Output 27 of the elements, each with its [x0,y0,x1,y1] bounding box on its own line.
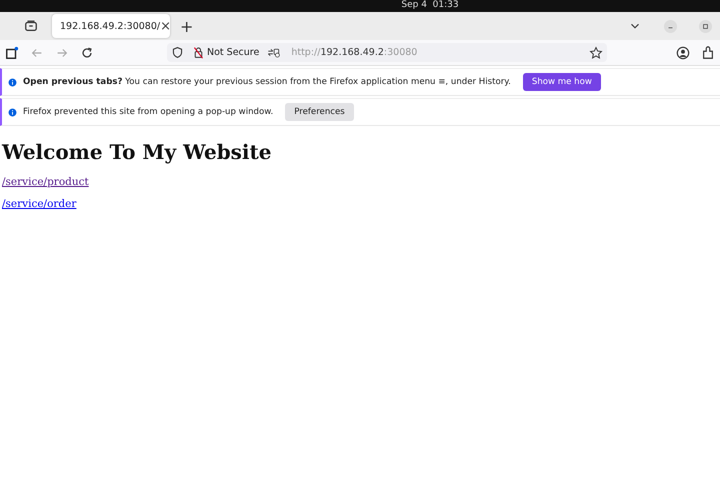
lock-icon [192,46,205,59]
new-tab-button[interactable]: + [180,16,194,36]
info-icon [8,108,17,116]
close-icon[interactable]: × [160,18,171,34]
extensions-icon[interactable] [701,46,715,60]
preferences-button[interactable]: Preferences [285,103,354,121]
show-me-how-button[interactable]: Show me how [522,73,601,91]
site-security-button[interactable]: Not Secure [189,46,262,59]
maximize-icon[interactable] [699,20,712,32]
page-link[interactable]: /service/product [2,176,89,188]
star-icon[interactable] [589,46,603,60]
permissions-icon[interactable] [267,46,280,59]
reload-icon[interactable] [80,46,94,60]
notification-message: Firefox prevented this site from opening a pop-up window. [23,107,274,117]
notification-message: Open previous tabs? You can restore your previous session from the Firefox application menu ≡, under History. [23,77,511,87]
browser-tab[interactable]: 192.168.49.2:30080/× [52,14,170,38]
page-link[interactable]: /service/order [2,198,76,210]
shield-icon[interactable] [171,46,184,59]
clock: Sep 4 01:33 [401,1,459,10]
tab-title: 192.168.49.2:30080/ [60,20,160,32]
url-text[interactable]: http://192.168.49.2:30080 [291,47,418,58]
account-icon[interactable] [676,46,690,60]
info-icon [8,78,17,86]
sidebar-icon[interactable] [5,46,19,60]
address-bar[interactable]: Not Secure http://192.168.49.2:30080 [167,43,607,62]
tab-list-icon[interactable] [24,19,38,33]
page-heading: Welcome To My Website [2,140,272,164]
